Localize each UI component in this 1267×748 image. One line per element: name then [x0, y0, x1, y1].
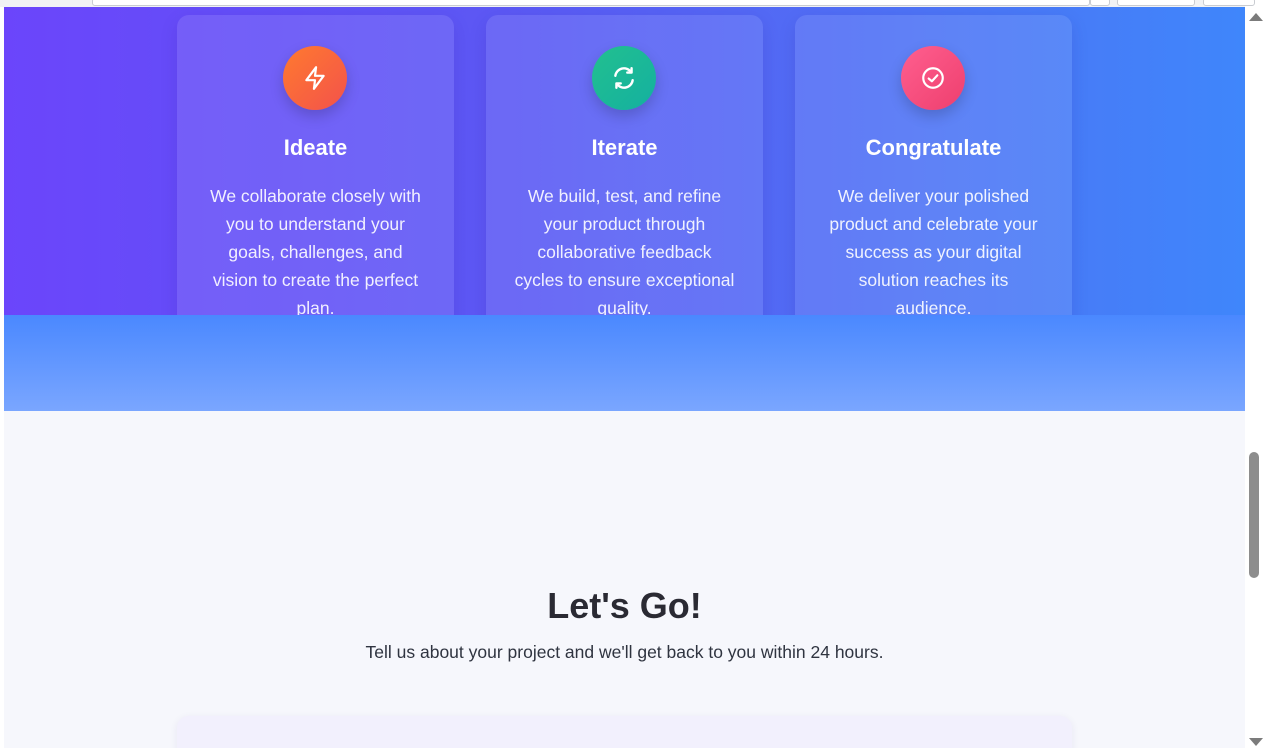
process-card-ideate: Ideate We collaborate closely with you t…: [177, 15, 454, 354]
card-title: Iterate: [591, 135, 658, 160]
card-description: We collaborate closely with you to under…: [210, 186, 421, 318]
card-title: Ideate: [283, 135, 348, 160]
process-section: Ideate We collaborate closely with you t…: [4, 7, 1245, 354]
card-title: Congratulate: [865, 135, 1002, 160]
contact-section-bg: [4, 411, 1245, 748]
toolbar-extra-edge[interactable]: [1203, 0, 1255, 6]
scroll-down-arrow-icon[interactable]: [1249, 738, 1263, 746]
lightning-icon: [283, 46, 347, 110]
browser-viewport: Ideate We collaborate closely with you t…: [0, 0, 1267, 748]
address-bar-edge[interactable]: [92, 0, 1090, 6]
toolbar-field-edge[interactable]: [1117, 0, 1195, 6]
vertical-scrollbar[interactable]: [1245, 7, 1267, 748]
contact-subtitle: Tell us about your project and we'll get…: [365, 642, 884, 662]
refresh-icon: [592, 46, 656, 110]
process-card-congratulate: Congratulate We deliver your polished pr…: [795, 15, 1072, 354]
process-section-fade: [4, 315, 1245, 411]
scroll-up-arrow-icon[interactable]: [1249, 13, 1263, 21]
process-card-iterate: Iterate We build, test, and refine your …: [486, 15, 763, 354]
contact-title: Let's Go!: [547, 585, 702, 626]
contact-form-card: [177, 716, 1072, 748]
card-description: We deliver your polished product and cel…: [829, 186, 1038, 318]
toolbar-button-edge[interactable]: [1090, 0, 1110, 6]
card-description: We build, test, and refine your product …: [514, 186, 735, 318]
check-circle-icon: [901, 46, 965, 110]
scroll-thumb[interactable]: [1249, 452, 1259, 578]
